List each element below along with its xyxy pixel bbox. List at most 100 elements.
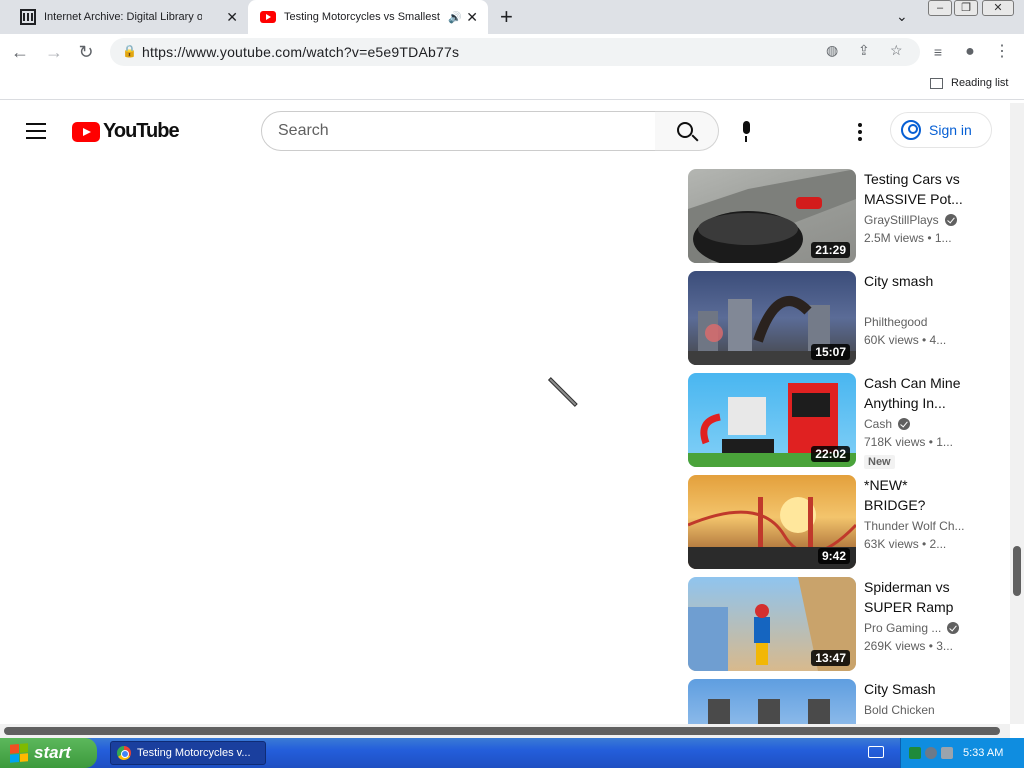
new-badge: New <box>864 455 895 469</box>
menu-icon[interactable]: ⋮ <box>990 40 1014 64</box>
search-icon <box>677 122 693 138</box>
video-meta: 2.5M views • 1... <box>864 231 952 245</box>
volume-icon[interactable] <box>941 747 953 759</box>
channel-name[interactable]: Bold Chicken <box>864 703 935 717</box>
channel-label: Bold Chicken <box>864 703 935 717</box>
channel-label: GrayStillPlays <box>864 213 939 227</box>
profile-icon[interactable]: ● <box>958 40 982 64</box>
channel-name[interactable]: GrayStillPlays <box>864 213 957 227</box>
duration-badge: 22:02 <box>811 446 850 462</box>
address-bar[interactable]: 🔒 https://www.youtube.com/watch?v=e5e9TD… <box>110 38 920 66</box>
video-thumbnail[interactable]: 9:42 <box>688 475 856 569</box>
list-item[interactable]: City Smash Bold Chicken <box>688 679 978 724</box>
recommendations-list: 21:29 Testing Cars vs MASSIVE Pot... Gra… <box>688 169 978 724</box>
keyboard-icon[interactable] <box>868 746 884 758</box>
start-button[interactable]: start <box>0 738 97 768</box>
maximize-icon[interactable]: ❐ <box>954 0 978 16</box>
verified-check-icon <box>944 214 957 226</box>
vertical-scrollbar[interactable] <box>1010 103 1024 724</box>
video-title[interactable]: Cash Can Mine Anything In... <box>864 373 968 413</box>
tab-internet-archive[interactable]: Internet Archive: Digital Library of F ✕ <box>8 0 248 34</box>
youtube-play-icon <box>72 121 100 142</box>
system-tray: 5:33 AM <box>900 738 1024 768</box>
channel-label: Thunder Wolf Ch... <box>864 519 965 533</box>
bookmarks-bar: Reading list <box>0 70 1024 100</box>
network-icon[interactable] <box>909 747 921 759</box>
settings-kebab-icon[interactable] <box>858 123 862 144</box>
hamburger-menu-icon[interactable] <box>26 123 46 139</box>
share-icon[interactable]: ⇪ <box>858 42 870 59</box>
sign-in-button[interactable]: Sign in <box>890 112 992 148</box>
video-title[interactable]: *NEW* BRIDGE? CITY... <box>864 475 968 515</box>
list-item[interactable]: 21:29 Testing Cars vs MASSIVE Pot... Gra… <box>688 169 978 271</box>
list-item[interactable]: 9:42 *NEW* BRIDGE? CITY... Thunder Wolf … <box>688 475 978 577</box>
video-title[interactable]: City Smash <box>864 679 968 699</box>
close-tab-icon[interactable]: ✕ <box>466 9 478 26</box>
media-control-icon[interactable]: ≡ <box>926 40 950 64</box>
reading-list-label: Reading list <box>951 77 1009 89</box>
url-text[interactable]: https://www.youtube.com/watch?v=e5e9TDAb… <box>142 44 459 60</box>
reload-icon[interactable]: ↻ <box>74 40 98 64</box>
video-thumbnail[interactable]: 21:29 <box>688 169 856 263</box>
video-thumbnail[interactable]: 15:07 <box>688 271 856 365</box>
horizontal-scrollbar[interactable] <box>0 724 1010 738</box>
search-input[interactable]: Search <box>261 111 656 151</box>
channel-name[interactable]: Pro Gaming ... <box>864 621 960 635</box>
browser-toolbar: ← → ↻ 🔒 https://www.youtube.com/watch?v=… <box>0 34 1024 70</box>
duration-badge: 21:29 <box>811 242 850 258</box>
youtube-logo[interactable]: YouTube <box>72 120 180 143</box>
back-icon[interactable]: ← <box>8 40 32 64</box>
video-thumbnail[interactable] <box>688 679 856 724</box>
thumbnail-art <box>708 699 830 724</box>
channel-name[interactable]: Philthegood <box>864 315 927 329</box>
tab-search-icon[interactable]: ⌄ <box>896 8 908 25</box>
taskbar: start Testing Motorcycles v... 5:33 AM <box>0 738 1024 768</box>
sign-in-label: Sign in <box>929 122 972 138</box>
video-title[interactable]: Spiderman vs SUPER Ramp ... <box>864 577 968 617</box>
user-avatar-icon <box>901 120 921 140</box>
youtube-logo-text: YouTube <box>103 120 180 142</box>
youtube-favicon-icon <box>260 11 276 23</box>
list-item[interactable]: 13:47 Spiderman vs SUPER Ramp ... Pro Ga… <box>688 577 978 679</box>
channel-name[interactable]: Thunder Wolf Ch... <box>864 519 965 533</box>
video-thumbnail[interactable]: 22:02 <box>688 373 856 467</box>
horizontal-scroll-thumb[interactable] <box>4 727 1000 735</box>
tab-youtube-active[interactable]: Testing Motorcycles vs Smallest 🔊 ✕ <box>248 0 488 34</box>
taskbar-window-button[interactable]: Testing Motorcycles v... <box>110 741 266 765</box>
verified-check-icon <box>947 622 960 634</box>
chrome-icon <box>117 746 131 760</box>
close-window-icon[interactable]: ✕ <box>982 0 1014 16</box>
new-tab-icon[interactable]: + <box>500 4 513 30</box>
video-title[interactable]: Testing Cars vs MASSIVE Pot... <box>864 169 968 209</box>
vertical-scroll-thumb[interactable] <box>1013 546 1021 596</box>
video-thumbnail[interactable]: 13:47 <box>688 577 856 671</box>
microphone-icon[interactable] <box>740 121 752 143</box>
mouse-cursor-icon <box>548 377 578 407</box>
channel-label: Cash <box>864 417 893 431</box>
internet-archive-icon <box>20 9 36 25</box>
list-item[interactable]: 22:02 Cash Can Mine Anything In... Cash … <box>688 373 978 475</box>
clock: 5:33 AM <box>963 747 1004 759</box>
verified-check-icon <box>898 418 911 430</box>
list-item[interactable]: 15:07 City smash Philthegood 60K views •… <box>688 271 978 373</box>
youtube-header: YouTube Search Sign in <box>0 103 1010 159</box>
eye-slash-icon[interactable]: ◍ <box>826 42 838 59</box>
bookmark-star-icon[interactable]: ☆ <box>890 42 903 59</box>
channel-name[interactable]: Cash <box>864 417 911 431</box>
forward-icon[interactable]: → <box>42 40 66 64</box>
lock-icon[interactable]: 🔒 <box>122 44 137 58</box>
video-meta: 60K views • 4... <box>864 333 947 347</box>
minimize-icon[interactable]: – <box>928 0 952 16</box>
duration-badge: 15:07 <box>811 344 850 360</box>
watch-page-content: 21:29 Testing Cars vs MASSIVE Pot... Gra… <box>0 159 1010 724</box>
video-meta: 718K views • 1... <box>864 435 953 449</box>
duration-badge: 13:47 <box>811 650 850 666</box>
audio-playing-icon[interactable]: 🔊 <box>448 11 462 24</box>
reading-list-button[interactable]: Reading list <box>930 77 1008 89</box>
close-tab-icon[interactable]: ✕ <box>226 9 238 26</box>
video-title[interactable]: City smash <box>864 271 968 291</box>
channel-label: Pro Gaming ... <box>864 621 942 635</box>
reading-list-icon <box>930 77 943 89</box>
security-icon[interactable] <box>925 747 937 759</box>
search-button[interactable] <box>655 111 719 151</box>
